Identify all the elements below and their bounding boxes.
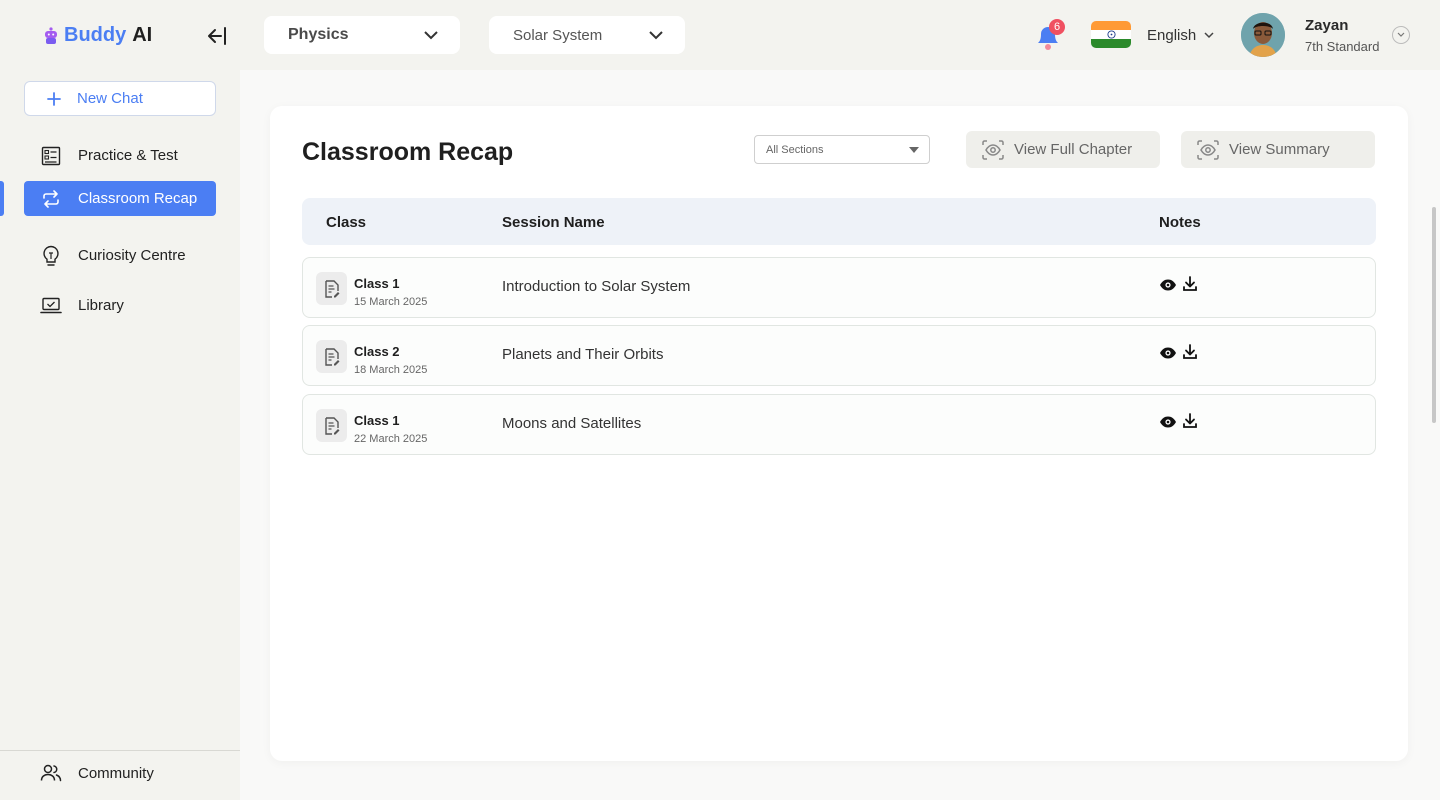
sidebar-divider (0, 750, 240, 751)
lightbulb-icon (43, 245, 59, 266)
column-header-session: Session Name (502, 214, 605, 231)
plus-icon (47, 91, 61, 106)
sidebar: New Chat Practice & Test Classroom Recap (0, 70, 240, 800)
section-filter-value: All Sections (766, 143, 824, 156)
subject-dropdown-value: Physics (288, 26, 349, 43)
brand-name-first: Buddy (64, 24, 127, 46)
chevron-down-icon (1204, 32, 1214, 39)
document-edit-icon (316, 340, 347, 373)
row-session-name: Introduction to Solar System (502, 278, 691, 295)
view-full-chapter-label: View Full Chapter (1014, 141, 1133, 158)
chevron-down-icon (424, 30, 438, 39)
india-flag-icon (1091, 21, 1131, 48)
checklist-icon (41, 146, 61, 165)
page-title: Classroom Recap (302, 138, 514, 166)
brand-logo[interactable]: Buddy AI (44, 24, 152, 47)
row-class: Class 1 (354, 276, 400, 291)
caret-down-icon (909, 146, 919, 153)
collapse-sidebar-button[interactable] (206, 24, 230, 48)
view-notes-icon[interactable] (1159, 413, 1177, 431)
sidebar-item-label: Practice & Test (78, 147, 178, 164)
table-row[interactable]: Class 2 18 March 2025 Planets and Their … (302, 325, 1376, 386)
document-edit-icon (316, 272, 347, 305)
sidebar-item-label: Classroom Recap (78, 190, 198, 207)
chevron-down-icon (649, 30, 663, 39)
scrollbar[interactable] (1432, 207, 1436, 423)
chapter-dropdown-value: Solar System (513, 26, 603, 44)
row-session-name: Planets and Their Orbits (502, 346, 664, 363)
collapse-left-icon (208, 27, 226, 45)
sidebar-item-community[interactable]: Community (40, 764, 154, 782)
people-icon (40, 764, 62, 782)
user-grade: 7th Standard (1305, 39, 1380, 54)
new-chat-label: New Chat (77, 90, 143, 107)
sidebar-item-practice-test[interactable]: Practice & Test (24, 138, 216, 173)
chapter-dropdown[interactable]: Solar System (489, 16, 685, 54)
download-notes-icon[interactable] (1181, 412, 1199, 430)
sidebar-item-label: Curiosity Centre (78, 247, 186, 264)
row-date: 15 March 2025 (354, 296, 428, 308)
repeat-icon (43, 189, 59, 208)
brand-name-second: AI (132, 24, 153, 46)
download-notes-icon[interactable] (1181, 343, 1199, 361)
robot-icon (45, 26, 57, 44)
view-notes-icon[interactable] (1159, 344, 1177, 362)
document-edit-icon (316, 409, 347, 442)
download-notes-icon[interactable] (1181, 275, 1199, 293)
view-summary-label: View Summary (1229, 141, 1330, 158)
section-filter-select[interactable]: All Sections (754, 135, 930, 164)
row-class: Class 2 (354, 344, 400, 359)
new-chat-button[interactable]: New Chat (24, 81, 216, 116)
sidebar-item-label: Library (78, 297, 124, 314)
row-session-name: Moons and Satellites (502, 415, 642, 432)
view-summary-button[interactable]: View Summary (1181, 131, 1375, 168)
row-date: 18 March 2025 (354, 364, 428, 376)
community-label: Community (78, 764, 154, 782)
eye-scan-icon (1197, 139, 1219, 160)
user-menu-toggle[interactable] (1392, 26, 1410, 44)
column-header-notes: Notes (1159, 214, 1201, 231)
active-nav-marker (0, 181, 4, 216)
table-row[interactable]: Class 1 15 March 2025 Introduction to So… (302, 257, 1376, 318)
view-notes-icon[interactable] (1159, 276, 1177, 294)
language-selector[interactable]: English (1147, 27, 1214, 44)
laptop-icon (40, 297, 62, 313)
row-class: Class 1 (354, 413, 400, 428)
column-header-class: Class (326, 214, 367, 231)
sidebar-item-classroom-recap[interactable]: Classroom Recap (24, 181, 216, 216)
language-label: English (1147, 27, 1197, 44)
view-full-chapter-button[interactable]: View Full Chapter (966, 131, 1160, 168)
user-photo-icon (1241, 13, 1285, 57)
subject-dropdown[interactable]: Physics (264, 16, 460, 54)
chevron-down-icon (1397, 32, 1405, 37)
sidebar-item-curiosity-centre[interactable]: Curiosity Centre (24, 238, 216, 273)
avatar[interactable] (1241, 13, 1285, 57)
user-name: Zayan (1305, 17, 1349, 34)
row-date: 22 March 2025 (354, 433, 428, 445)
notification-count-badge: 6 (1049, 19, 1065, 35)
eye-scan-icon (982, 139, 1004, 160)
top-bar: Buddy AI Physics Solar System 6 English (0, 0, 1440, 70)
table-header: Class Session Name Notes (302, 198, 1376, 245)
table-row[interactable]: Class 1 22 March 2025 Moons and Satellit… (302, 394, 1376, 455)
sidebar-item-library[interactable]: Library (24, 288, 216, 323)
